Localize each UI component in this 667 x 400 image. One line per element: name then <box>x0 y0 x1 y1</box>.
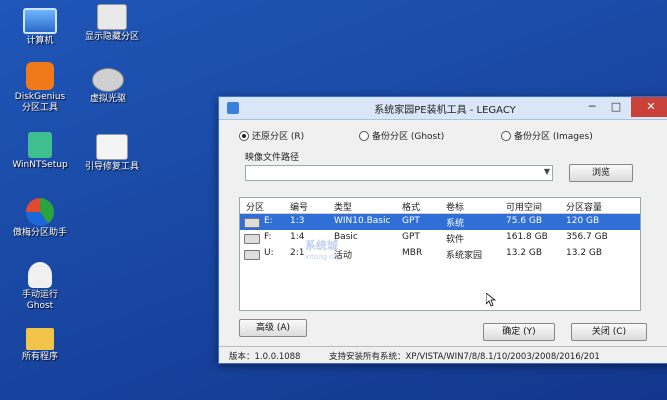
desktop-icon-label: 虚拟光驱 <box>89 94 126 104</box>
virtual-drive-icon <box>92 68 124 92</box>
desktop-icon-label: 手动运行 Ghost <box>21 290 58 311</box>
desktop-icon-all-programs[interactable]: 所有程序 <box>0 328 80 363</box>
image-path-combobox[interactable]: ▼ <box>245 165 553 181</box>
first-aid-kit-icon <box>96 134 128 160</box>
mode-radio-group: 还原分区 (R) 备份分区 (Ghost) 备份分区 (Images) <box>235 129 655 143</box>
cell-free-space: 75.6 GB <box>506 216 543 226</box>
chevron-down-icon[interactable]: ▼ <box>544 167 550 176</box>
close-button[interactable]: 关闭 (C) <box>571 323 647 341</box>
ghost-icon <box>28 262 52 288</box>
advanced-button[interactable]: 高级 (A) <box>239 319 307 337</box>
radio-label: 备份分区 (Images) <box>514 132 593 142</box>
aomei-icon <box>26 198 54 226</box>
diskgenius-icon <box>26 62 54 90</box>
cell-number: 2:1 <box>290 248 305 258</box>
folder-icon <box>26 328 54 350</box>
radio-backup-ghost[interactable]: 备份分区 (Ghost) <box>359 129 444 142</box>
close-window-button[interactable]: ✕ <box>631 97 667 117</box>
column-header: 编号 <box>290 203 309 213</box>
desktop-icon-aomei-partition[interactable]: 傲梅分区助手 <box>0 198 80 239</box>
desktop-icon-label: 计算机 <box>26 36 54 46</box>
maximize-button[interactable]: □ <box>605 97 627 117</box>
winntsetup-icon <box>28 132 52 158</box>
image-path-label: 映像文件路径 <box>245 153 300 163</box>
hard-drive-icon <box>244 234 260 244</box>
radio-indicator <box>501 130 511 141</box>
cell-free-space: 161.8 GB <box>506 232 548 242</box>
cell-type: WIN10.Basic <box>334 216 391 226</box>
table-row[interactable]: E: 1:3 WIN10.Basic GPT 系统 75.6 GB 120 GB <box>240 214 640 230</box>
minimize-button[interactable]: ─ <box>581 97 603 117</box>
column-header: 分区 <box>246 203 265 213</box>
table-header: 分区 编号 类型 格式 卷标 可用空间 分区容量 <box>240 198 640 214</box>
desktop-icon-boot-repair[interactable]: 引导修复工具 <box>72 134 152 173</box>
cell-label: 软件 <box>446 235 465 245</box>
cell-partition: U: <box>264 248 274 258</box>
watermark: 系统城 xitong city <box>305 237 342 261</box>
cell-format: GPT <box>402 216 420 226</box>
desktop-icon-label: 显示隐藏分区 <box>84 32 139 42</box>
ok-button[interactable]: 确定 (Y) <box>483 323 555 341</box>
desktop-icon-winntsetup[interactable]: WinNTSetup <box>0 132 80 171</box>
cell-partition: F: <box>264 232 272 242</box>
partition-icon <box>97 4 127 30</box>
radio-indicator <box>359 130 369 141</box>
cell-capacity: 13.2 GB <box>566 248 603 258</box>
cell-label: 系统家园 <box>446 251 483 261</box>
radio-restore[interactable]: 还原分区 (R) <box>239 129 304 142</box>
column-header: 类型 <box>334 203 353 213</box>
cell-partition: E: <box>264 216 273 226</box>
hard-drive-icon <box>244 218 260 228</box>
radio-label: 备份分区 (Ghost) <box>372 132 445 142</box>
desktop-icon-label: 引导修复工具 <box>84 162 139 172</box>
column-header: 格式 <box>402 203 421 213</box>
radio-backup-images[interactable]: 备份分区 (Images) <box>501 129 593 142</box>
desktop-icon-virtual-drive[interactable]: 虚拟光驱 <box>68 68 148 105</box>
radio-label: 还原分区 (R) <box>252 132 305 142</box>
desktop-icon-label: 所有程序 <box>21 352 58 362</box>
usb-drive-icon <box>244 250 260 260</box>
watermark-brand: 系统城 <box>305 239 338 252</box>
mouse-cursor-icon <box>486 293 496 307</box>
column-header: 分区容量 <box>566 203 603 213</box>
desktop-icon-label: WinNTSetup <box>12 160 68 170</box>
desktop-icon-label: 傲梅分区助手 <box>12 228 67 238</box>
desktop-icon-computer[interactable]: 计算机 <box>0 4 80 47</box>
cell-label: 系统 <box>446 219 465 229</box>
table-row[interactable]: U: 2:1 活动 MBR 系统家园 13.2 GB 13.2 GB <box>240 246 640 262</box>
version-text: 版本：1.0.0.1088 <box>229 352 301 362</box>
cell-capacity: 120 GB <box>566 216 600 226</box>
cell-free-space: 13.2 GB <box>506 248 543 258</box>
status-bar: 版本：1.0.0.1088 支持安装所有系统：XP/VISTA/WIN7/8/8… <box>219 346 667 363</box>
cell-format: MBR <box>402 248 423 258</box>
column-header: 可用空间 <box>506 203 543 213</box>
cell-capacity: 356.7 GB <box>566 232 608 242</box>
pe-installer-window: 系统家园PE装机工具 - LEGACY ─ □ ✕ 还原分区 (R) 备份分区 … <box>218 96 667 364</box>
radio-indicator-checked <box>239 130 249 141</box>
desktop-icon-ghost[interactable]: 手动运行 Ghost <box>0 262 80 312</box>
cell-number: 1:3 <box>290 216 305 226</box>
watermark-sub: xitong city <box>305 253 342 261</box>
desktop-icon-show-hidden-partition[interactable]: 显示隐藏分区 <box>72 4 152 43</box>
cell-format: GPT <box>402 232 420 242</box>
table-row[interactable]: F: 1:4 Basic GPT 软件 161.8 GB 356.7 GB <box>240 230 640 246</box>
support-text: 支持安装所有系统：XP/VISTA/WIN7/8/8.1/10/2003/200… <box>329 352 600 362</box>
column-header: 卷标 <box>446 203 465 213</box>
computer-icon <box>23 8 57 34</box>
browse-button[interactable]: 浏览 <box>569 164 633 182</box>
title-bar[interactable]: 系统家园PE装机工具 - LEGACY ─ □ ✕ <box>219 97 667 120</box>
partition-table: 分区 编号 类型 格式 卷标 可用空间 分区容量 E: 1:3 WIN10.Ba… <box>239 197 641 311</box>
cell-number: 1:4 <box>290 232 305 242</box>
